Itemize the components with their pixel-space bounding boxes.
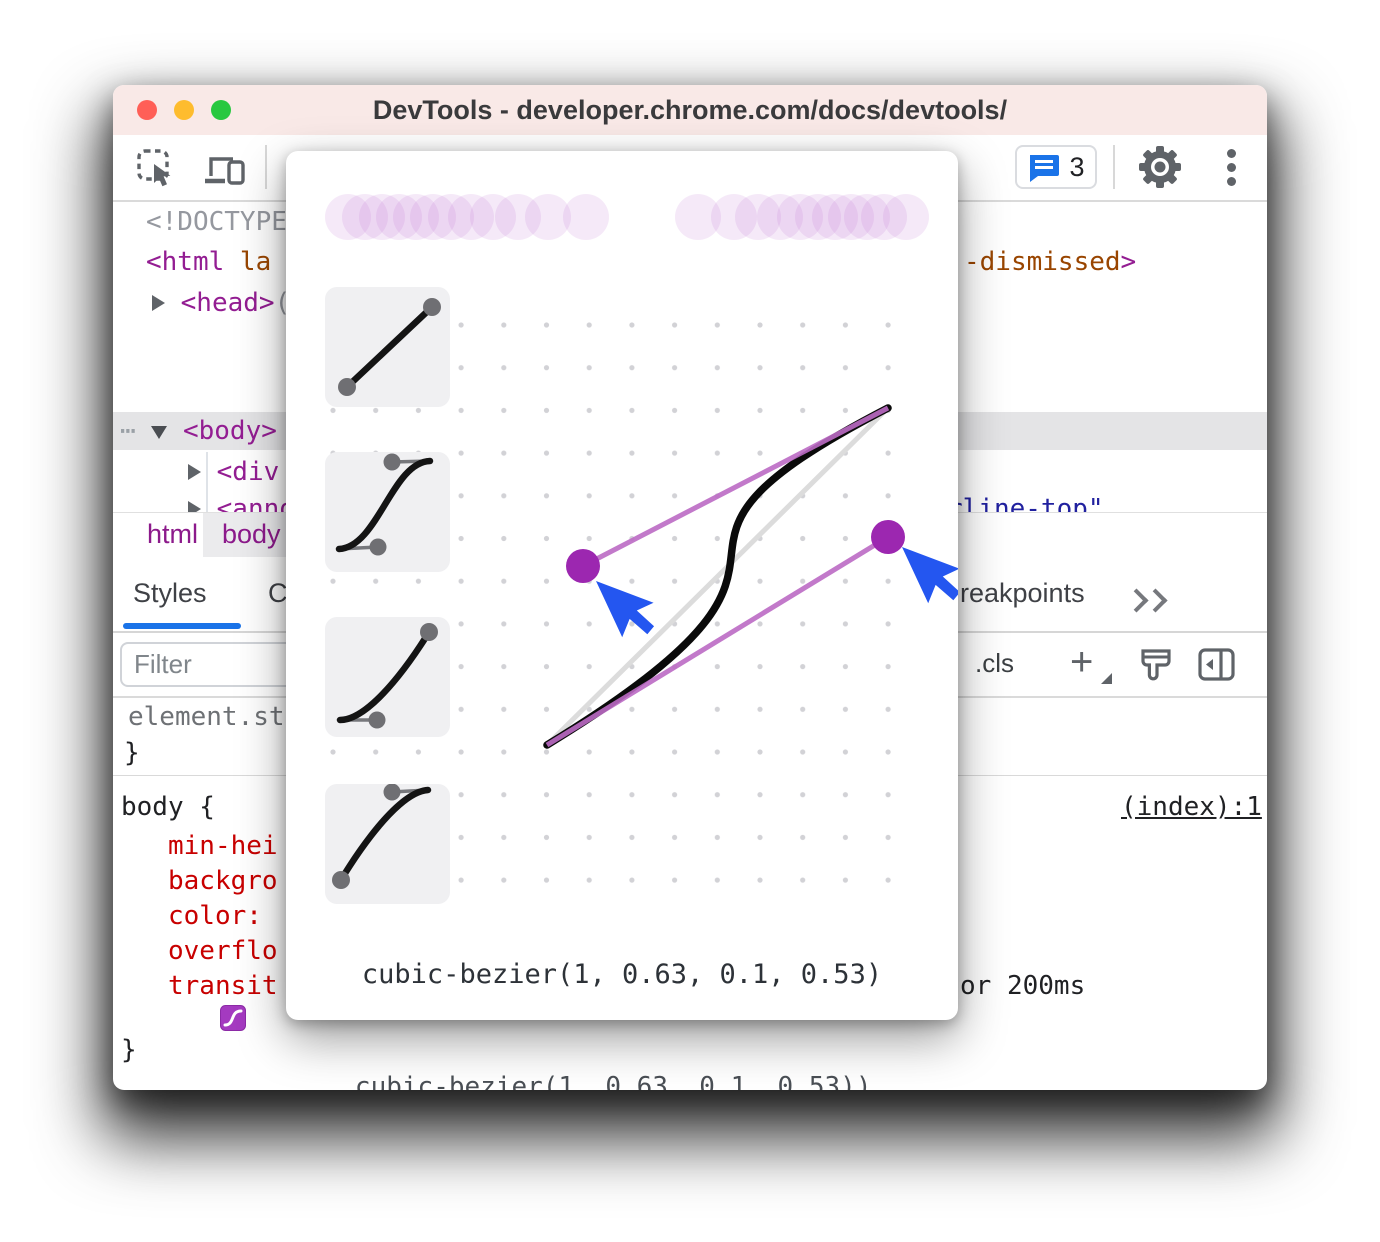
tab-computed[interactable]: C [268, 557, 288, 629]
close-brace: } [124, 738, 140, 768]
kebab-menu-icon[interactable] [1225, 149, 1237, 187]
control-point-p2[interactable] [566, 549, 600, 583]
css-property[interactable]: backgro [168, 866, 278, 896]
toolbar-separator [265, 145, 267, 189]
messages-count: 3 [1069, 152, 1084, 183]
new-rule-dropdown-icon[interactable] [1101, 673, 1112, 684]
device-toolbar-icon[interactable] [203, 148, 247, 188]
body-selector[interactable]: body { [121, 792, 215, 822]
stylesheet-source-link[interactable]: (index):1 [1121, 792, 1262, 822]
node-overflow-icon[interactable]: ⋯ [120, 416, 136, 446]
bezier-value-label: cubic-bezier(1, 0.63, 0.1, 0.53) [286, 959, 958, 990]
bezier-preview-trail [325, 194, 929, 240]
css-property[interactable]: color: [168, 901, 262, 931]
new-style-rule-button[interactable]: + [1070, 633, 1093, 696]
expand-arrow-icon[interactable] [152, 295, 165, 311]
dom-node-head[interactable]: <head>( [152, 283, 290, 323]
new-class-button[interactable]: .cls [975, 633, 1014, 696]
messages-icon [1027, 152, 1060, 183]
tab-styles[interactable]: Styles [133, 557, 207, 629]
dom-node-html[interactable]: <html la [146, 242, 271, 282]
dom-node-div[interactable]: <div [188, 452, 279, 492]
crumb-html[interactable]: html [133, 513, 212, 557]
gear-icon[interactable] [1137, 144, 1183, 190]
expand-arrow-icon[interactable] [188, 464, 201, 480]
close-brace: } [121, 1035, 137, 1065]
tab-dom-breakpoints[interactable]: reakpoints [960, 557, 1085, 629]
messages-button[interactable]: 3 [1015, 145, 1097, 189]
css-property[interactable]: overflo [168, 936, 278, 966]
collapse-arrow-icon[interactable] [151, 426, 167, 439]
active-tab-indicator [123, 623, 241, 629]
dom-node-doctype[interactable]: <!DOCTYPE [146, 202, 303, 242]
element-style-selector[interactable]: element.st [128, 702, 285, 732]
rendering-brush-icon[interactable] [1137, 646, 1175, 684]
bezier-editor-popup: cubic-bezier(1, 0.63, 0.1, 0.53) [286, 151, 958, 1020]
css-bezier-value[interactable]: cubic-bezier(1, 0.63, 0.1, 0.53)) [355, 1072, 872, 1090]
cursor-arrow-icon [902, 529, 958, 611]
control-point-p1[interactable] [871, 520, 905, 554]
preset-ease-in-out[interactable] [325, 452, 450, 572]
preset-linear[interactable] [325, 287, 450, 407]
inspect-element-icon[interactable] [135, 147, 177, 189]
css-property[interactable]: transit [168, 971, 278, 1001]
toolbar-separator-2 [1113, 145, 1115, 189]
bezier-swatch-icon[interactable] [220, 1005, 246, 1031]
title-bar: DevTools - developer.chrome.com/docs/dev… [113, 85, 1267, 136]
dom-node-body[interactable]: ⋯ <body> [120, 411, 277, 451]
preset-ease-in[interactable] [325, 617, 450, 737]
dom-node-html-tail[interactable]: -dismissed> [964, 242, 1136, 282]
css-value-tail: or 200ms [960, 971, 1085, 1001]
toggle-sidebar-icon[interactable] [1197, 647, 1237, 683]
window-title: DevTools - developer.chrome.com/docs/dev… [113, 85, 1267, 135]
double-chevron-right-icon[interactable] [1126, 585, 1164, 616]
css-property[interactable]: min-hei [168, 831, 278, 861]
preset-ease-out[interactable] [325, 784, 450, 904]
